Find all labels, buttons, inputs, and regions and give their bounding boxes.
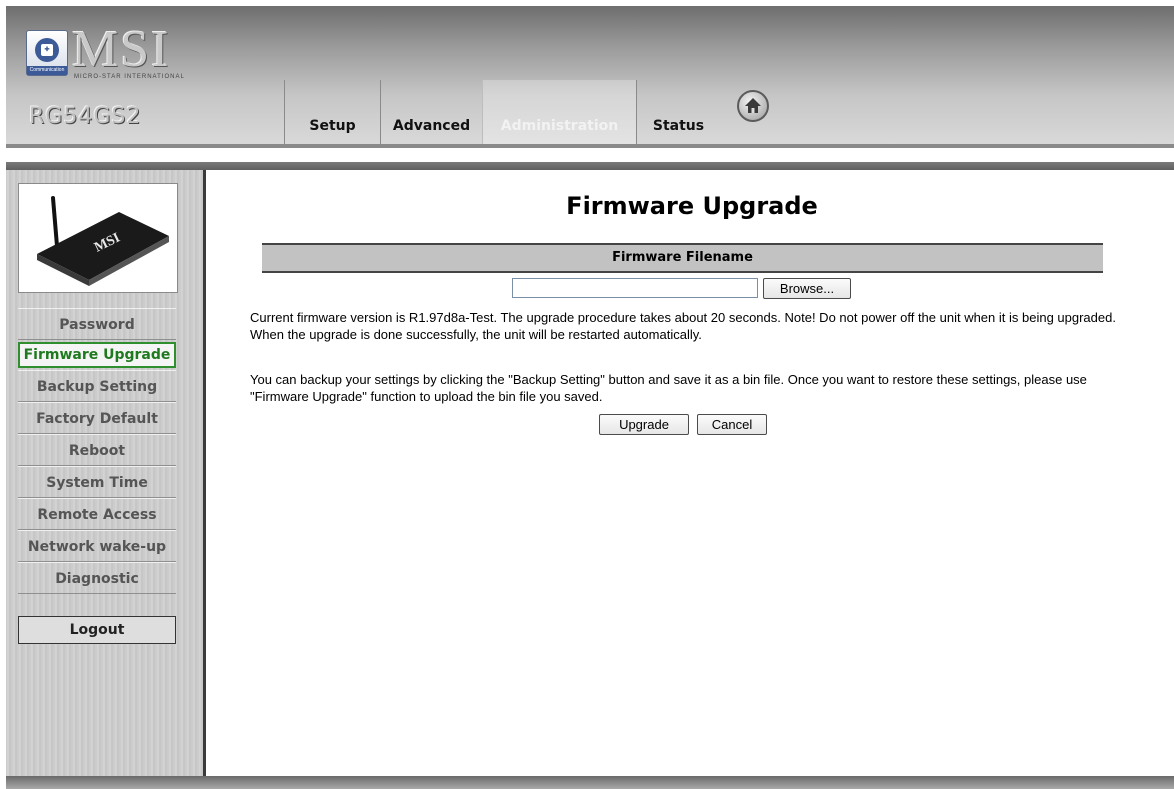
firmware-info-text: Current firmware version is R1.97d8a-Tes…	[250, 310, 1116, 342]
model-name: RG54GS2	[29, 104, 142, 129]
sidebar-item-firmware-upgrade[interactable]: Firmware Upgrade	[18, 342, 176, 368]
router-product-image: MSI	[18, 183, 178, 293]
firmware-file-input[interactable]	[512, 278, 758, 298]
sidebar-item-reboot[interactable]: Reboot	[18, 434, 176, 466]
emblem-subtitle: Communication	[27, 66, 67, 75]
sidebar-item-diagnostic[interactable]: Diagnostic	[18, 562, 176, 594]
sidebar-item-remote-access[interactable]: Remote Access	[18, 498, 176, 530]
sidebar-item-network-wake-up[interactable]: Network wake-up	[18, 530, 176, 562]
header-separator	[6, 144, 1174, 170]
browse-button[interactable]: Browse...	[763, 278, 851, 299]
tab-setup-label: Setup	[309, 118, 356, 134]
msi-logo: ✚ Communication MSI MICRO-STAR INTERNATI…	[26, 24, 236, 80]
tab-administration[interactable]: Administration	[482, 80, 636, 144]
tab-status[interactable]: Status	[636, 80, 720, 144]
backup-info-text: You can backup your settings by clicking…	[250, 372, 1087, 404]
sidebar-item-password[interactable]: Password	[18, 308, 176, 340]
tab-setup[interactable]: Setup	[284, 80, 380, 144]
logo-tagline: MICRO-STAR INTERNATIONAL	[74, 74, 185, 80]
admin-menu: Password Firmware Upgrade Backup Setting…	[18, 308, 176, 594]
home-icon[interactable]	[737, 90, 769, 122]
tab-advanced[interactable]: Advanced	[380, 80, 482, 144]
tab-advanced-label: Advanced	[392, 118, 471, 134]
msi-emblem-icon: ✚ Communication	[26, 30, 68, 76]
header: ✚ Communication MSI MICRO-STAR INTERNATI…	[6, 6, 1174, 144]
section-header: Firmware Filename	[262, 243, 1103, 273]
sidebar-item-system-time[interactable]: System Time	[18, 466, 176, 498]
upgrade-button[interactable]: Upgrade	[599, 414, 689, 435]
sidebar-item-backup-setting[interactable]: Backup Setting	[18, 370, 176, 402]
tab-status-label: Status	[652, 118, 705, 134]
footer-bar	[6, 776, 1174, 789]
sidebar: MSI Password Firmware Upgrade Backup Set…	[6, 170, 206, 776]
logout-button[interactable]: Logout	[18, 616, 176, 644]
sidebar-item-factory-default[interactable]: Factory Default	[18, 402, 176, 434]
tab-administration-label: Administration	[500, 118, 619, 134]
cancel-button[interactable]: Cancel	[697, 414, 767, 435]
page-title: Firmware Upgrade	[566, 192, 818, 220]
logo-text: MSI	[72, 21, 171, 78]
